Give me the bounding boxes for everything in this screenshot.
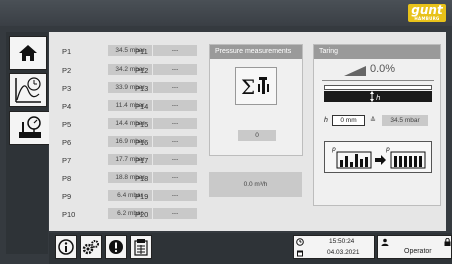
svg-text:p: p <box>331 146 336 153</box>
height-input[interactable]: 0 mm <box>332 115 365 126</box>
taring-pressure-value: 34.5 mbar <box>382 115 428 126</box>
svg-text:p: p <box>385 146 390 153</box>
pressure-value: --- <box>153 45 197 56</box>
tare-pressures-icon: p p <box>331 146 426 169</box>
scale-line <box>322 80 434 81</box>
pressure-label: P15 <box>135 120 149 129</box>
gunt-logo: gunt HAMBURG <box>408 4 446 22</box>
alert-button[interactable] <box>105 235 127 259</box>
svg-text:h: h <box>376 94 380 102</box>
pressure-label: P13 <box>135 84 149 93</box>
svg-text:Σ: Σ <box>241 75 255 99</box>
report-icon <box>134 239 148 256</box>
pressure-count-value: 0 <box>238 130 276 141</box>
settings-gears-icon <box>82 240 99 255</box>
pressure-value: --- <box>153 172 197 183</box>
taring-percent: 0.0% <box>370 63 396 75</box>
user-icon <box>381 238 389 246</box>
alert-icon <box>109 240 123 254</box>
date-value: 04.03.2021 <box>327 249 360 256</box>
pressure-label: P1 <box>62 47 72 56</box>
clock-icon <box>296 238 304 246</box>
user-display[interactable]: Operator <box>377 235 452 259</box>
equivalent-symbol: ≙ <box>370 117 376 124</box>
pressure-label: P17 <box>135 156 149 165</box>
pressure-measurements-panel: Pressure measurements Σ 0 <box>209 44 303 156</box>
lock-icon <box>444 238 451 246</box>
pressure-label: P11 <box>135 47 148 56</box>
pressure-label: P16 <box>135 138 149 147</box>
settings-button[interactable] <box>80 235 102 259</box>
pressure-value: --- <box>153 118 197 129</box>
pressure-value: --- <box>153 136 197 147</box>
bottom-bar: 15:50:24 04.03.2021 Operator <box>49 233 452 264</box>
pressure-value: --- <box>153 208 197 219</box>
sidebar <box>6 32 51 254</box>
pressure-value: --- <box>153 154 197 165</box>
pressure-label: P20 <box>135 210 149 219</box>
pressure-panel-title: Pressure measurements <box>210 45 302 59</box>
sum-pressure-button[interactable]: Σ <box>235 67 277 105</box>
pressure-label: P2 <box>62 66 72 75</box>
home-icon <box>19 45 37 61</box>
pressure-label: P3 <box>62 84 72 93</box>
pressure-button[interactable] <box>9 111 51 145</box>
pressure-label: P10 <box>62 210 76 219</box>
pressure-label: P9 <box>62 192 72 201</box>
pressure-value: --- <box>153 82 197 93</box>
pressure-value: --- <box>153 64 197 75</box>
pressure-label: P4 <box>62 102 72 111</box>
datetime-display: 15:50:24 04.03.2021 <box>293 235 375 259</box>
main-content: P1 34.5 mbar P2 34.2 mbar P3 33.9 mbar P… <box>49 32 446 231</box>
pressure-label: P8 <box>62 174 72 183</box>
pressure-label: P6 <box>62 138 72 147</box>
calendar-icon <box>297 250 303 257</box>
h-symbol: h <box>324 117 328 124</box>
level-track <box>324 85 432 90</box>
pressure-label: P7 <box>62 156 72 165</box>
taring-panel-title: Taring <box>314 45 440 59</box>
level-ramp-icon <box>344 66 366 76</box>
pressure-label: P5 <box>62 120 72 129</box>
pressure-value: --- <box>153 100 197 111</box>
user-name: Operator <box>404 248 432 255</box>
sum-pressure-icon: Σ <box>241 75 269 99</box>
time-value: 15:50:24 <box>329 238 355 245</box>
taring-panel: Taring 0.0% h h 0 mm ≙ 34.5 mbar p p <box>313 44 441 206</box>
pressure-label: P18 <box>135 174 149 183</box>
trend-chart-button[interactable] <box>9 73 47 107</box>
info-icon <box>58 239 74 255</box>
top-bar: gunt HAMBURG <box>0 0 452 26</box>
pressure-label: P14 <box>135 102 149 111</box>
pressure-gauge-icon <box>19 116 41 138</box>
report-button[interactable] <box>130 235 152 259</box>
pressure-value: --- <box>153 190 197 201</box>
home-button[interactable] <box>9 36 47 70</box>
flow-rate-value: 0.0 m³/h <box>209 172 302 197</box>
pressure-label: P12 <box>135 66 149 75</box>
height-arrow-icon: h <box>370 91 380 102</box>
tare-button[interactable]: p p <box>324 141 432 173</box>
info-button[interactable] <box>55 235 77 259</box>
pressure-label: P19 <box>135 192 149 201</box>
chart-timer-icon <box>15 77 41 103</box>
